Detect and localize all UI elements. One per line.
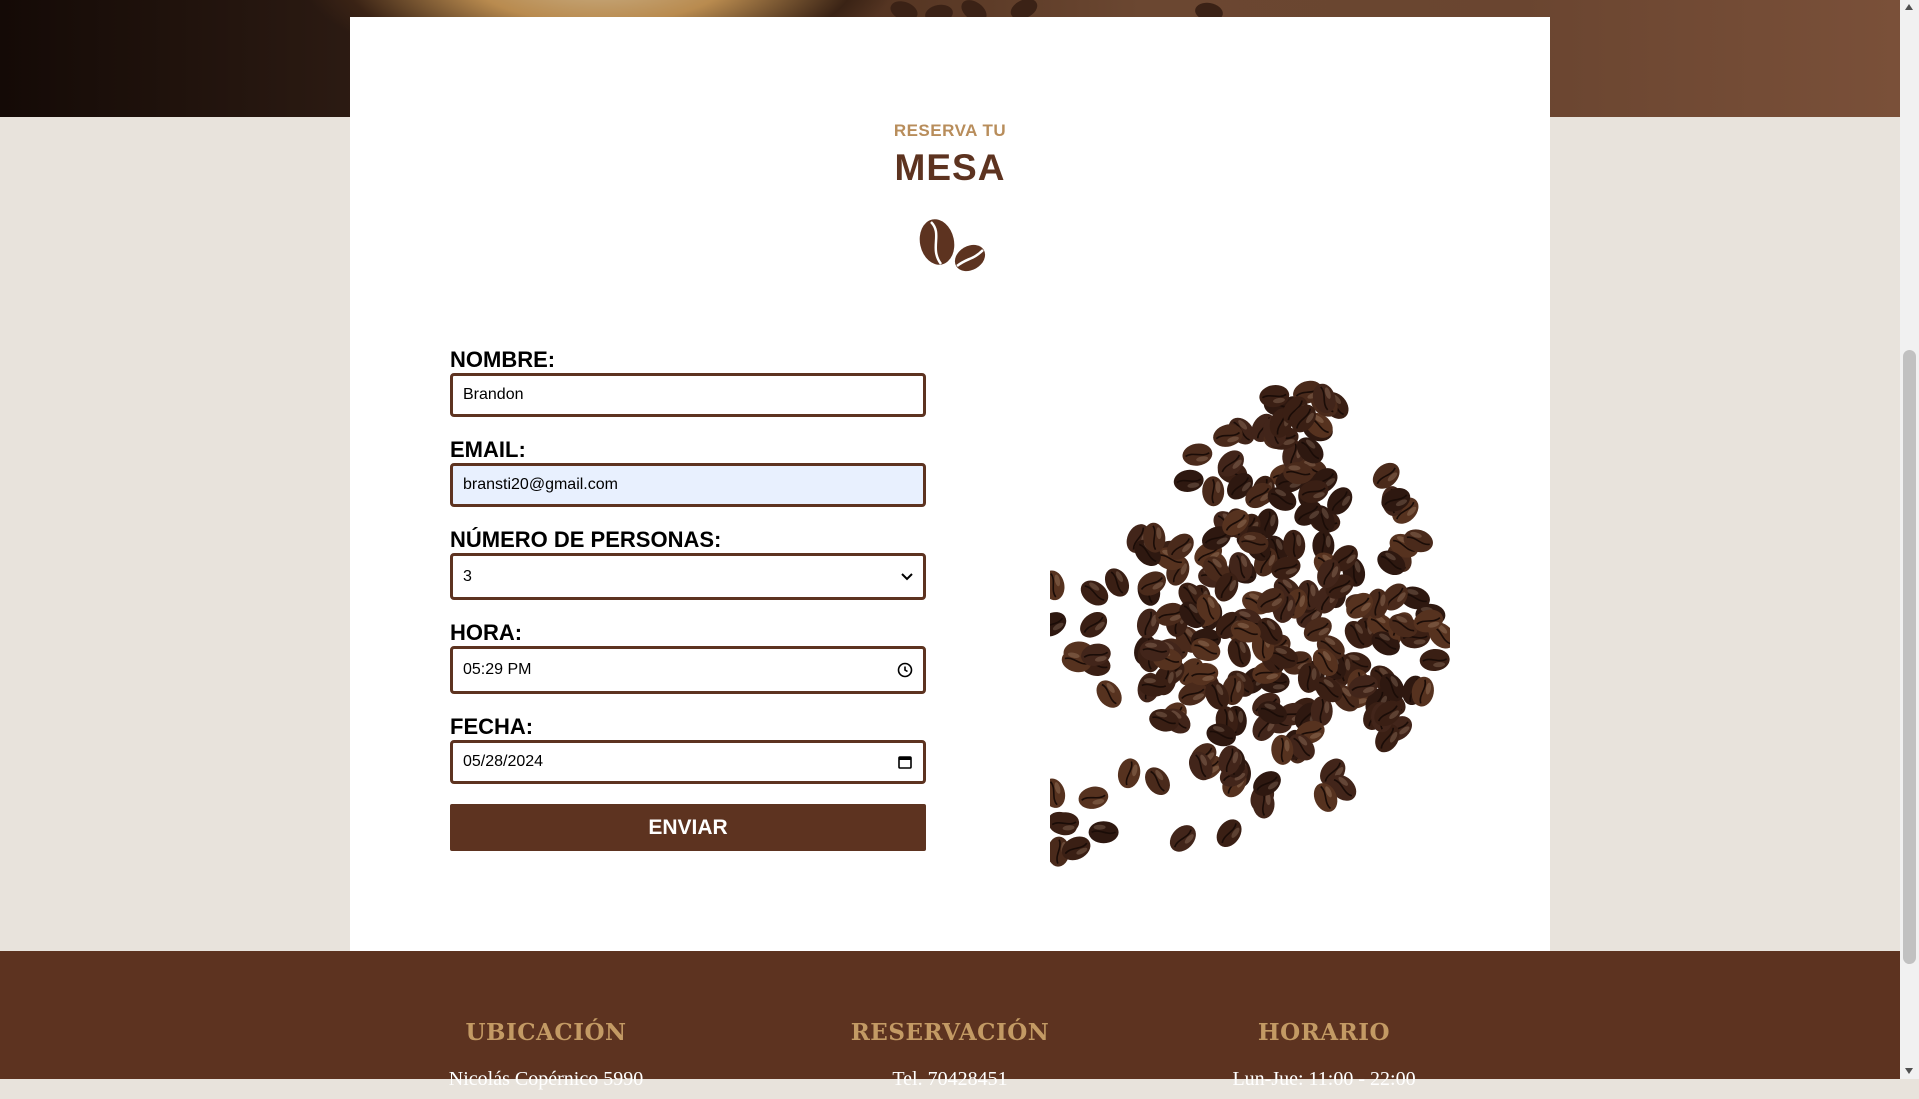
scroll-up-arrow-icon[interactable]	[1905, 4, 1913, 10]
coffee-bean	[1419, 648, 1450, 672]
coffee-bean	[1050, 612, 1067, 637]
coffee-bean	[1080, 611, 1108, 638]
footer-info: UBICACIÓN Nicolás Copérnico 5990 RESERVA…	[350, 1019, 1550, 1099]
scroll-down-arrow-icon[interactable]	[1905, 1068, 1913, 1074]
coffee-bean	[1169, 825, 1196, 852]
coffee-bean	[1202, 476, 1225, 507]
footer-hours-title: HORARIO	[1257, 1019, 1391, 1046]
date-input[interactable]: 05/28/2024	[450, 740, 926, 784]
scrollbar-thumb[interactable]	[1903, 350, 1916, 964]
coffee-bean	[1050, 570, 1065, 601]
coffee-bean	[1216, 819, 1242, 848]
name-input[interactable]: Brandon	[450, 373, 926, 417]
section-title: MESA	[894, 147, 1006, 188]
page-scrollbar[interactable]	[1900, 0, 1919, 1079]
coffee-beans-icon	[917, 218, 997, 278]
email-value: bransti20@gmail.com	[463, 476, 618, 493]
coffee-bean	[1117, 758, 1141, 789]
name-value: Brandon	[463, 386, 524, 403]
chevron-down-icon	[901, 572, 913, 582]
time-value: 05:29 PM	[463, 661, 532, 678]
coffee-bean	[1182, 443, 1213, 466]
reservation-form: NOMBRE: Brandon EMAIL: bransti20@gmail.c…	[450, 347, 926, 851]
people-label: NÚMERO DE PERSONAS:	[450, 527, 722, 552]
footer-reservation-title: RESERVACIÓN	[850, 1019, 1050, 1046]
reservation-card: RESERVA TU MESA NOMBRE: Brandon EMAIL: b…	[350, 17, 1550, 1090]
coffee-bean	[1173, 469, 1204, 492]
clock-icon[interactable]	[897, 662, 913, 678]
email-input[interactable]: bransti20@gmail.com	[450, 463, 926, 507]
submit-button[interactable]: ENVIAR	[450, 804, 926, 851]
calendar-icon[interactable]	[897, 754, 913, 770]
footer-location-title: UBICACIÓN	[465, 1019, 627, 1046]
date-label: FECHA:	[450, 714, 534, 739]
coffee-bean	[1050, 778, 1066, 808]
footer-hours: HORARIO Lun-Jue: 11:00 - 22:00	[1154, 1019, 1494, 1091]
coffee-bean	[1096, 680, 1122, 708]
people-select[interactable]: 3	[450, 553, 926, 600]
people-value: 3	[463, 567, 472, 585]
footer-reservation-text: Tel. 70428451	[892, 1068, 1008, 1090]
footer-hours-text: Lun-Jue: 11:00 - 22:00	[1232, 1068, 1416, 1090]
email-label: EMAIL:	[450, 437, 526, 462]
footer-location: UBICACIÓN Nicolás Copérnico 5990	[376, 1019, 716, 1091]
coffee-beans-image	[1050, 347, 1450, 867]
coffee-bean	[1145, 767, 1170, 796]
date-value: 05/28/2024	[463, 753, 544, 770]
coffee-bean	[1088, 821, 1119, 844]
coffee-bean	[1078, 786, 1109, 809]
section-kicker: RESERVA TU	[893, 121, 1007, 140]
name-label: NOMBRE:	[450, 347, 556, 372]
footer-location-text: Nicolás Copérnico 5990	[448, 1068, 644, 1090]
time-label: HORA:	[450, 620, 523, 645]
time-input[interactable]: 05:29 PM	[450, 646, 926, 694]
footer-reservation: RESERVACIÓN Tel. 70428451	[780, 1019, 1120, 1091]
